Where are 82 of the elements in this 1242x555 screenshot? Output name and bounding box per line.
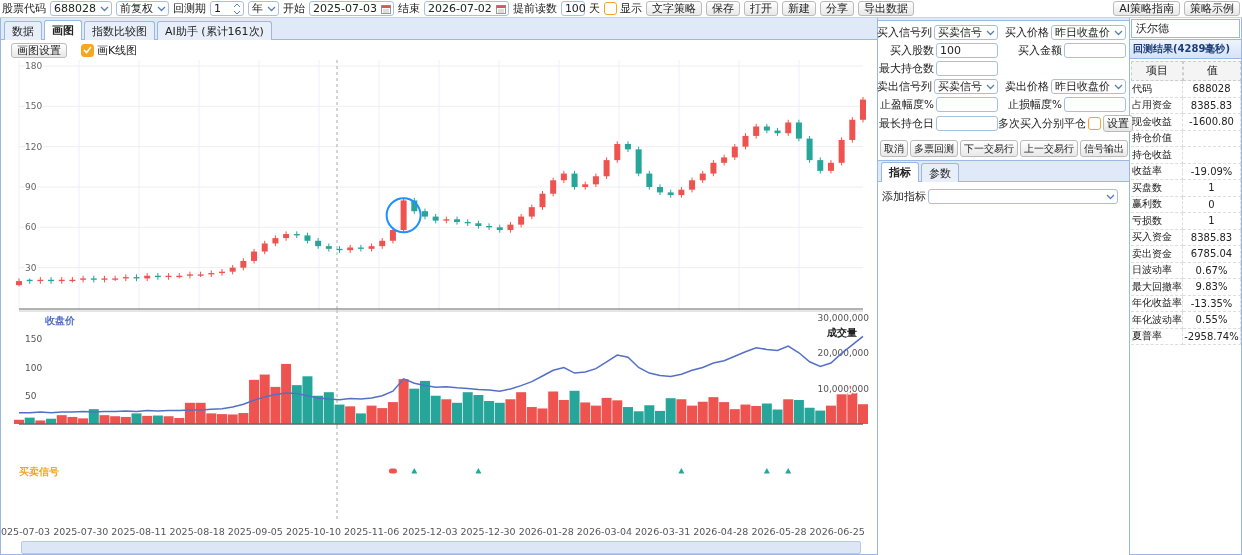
axis-tick-label: 2026-01-28 <box>518 525 574 537</box>
field-label: 最长持仓日 <box>879 116 934 131</box>
table-cell: -1600.80 <box>1183 114 1241 131</box>
column-header: 值 <box>1183 61 1241 81</box>
table-cell: 收益率 <box>1131 163 1183 180</box>
field-label: 添加指标 <box>882 189 926 204</box>
field-label: 回测期 <box>173 1 206 16</box>
table-cell: 1 <box>1183 180 1241 197</box>
track-title: 买卖信号 <box>19 466 59 477</box>
table-cell: 日波动率 <box>1131 262 1183 279</box>
axis-tick-label: 2026-03-31 <box>635 525 691 537</box>
field-label: 提前读数 <box>512 1 557 16</box>
field-label: 股票代码 <box>2 1 46 16</box>
table-cell: 夏普率 <box>1131 328 1183 345</box>
axis-tick-label: 2025-12-30 <box>460 525 516 537</box>
axis-tick-label: 025-07-03 <box>1 525 51 537</box>
axis-tick-label: 30,000,000 <box>817 313 869 323</box>
axis-tick-label: 2025-11-06 <box>344 525 400 537</box>
table-cell: 0.55% <box>1183 312 1241 329</box>
field-label: 卖出信号列 <box>877 79 932 94</box>
table-cell: 持仓价值 <box>1131 130 1183 147</box>
table-cell: 赢利数 <box>1131 196 1183 213</box>
axis-tick-label: 2025-07-30 <box>53 525 109 537</box>
field-label: 结束 <box>397 1 420 16</box>
table-cell: 6785.04 <box>1183 246 1241 263</box>
table-cell: 688028 <box>1183 81 1241 98</box>
table-cell: -19.09% <box>1183 163 1241 180</box>
table-cell: 9.83% <box>1183 279 1241 296</box>
stock-name-field: 沃尔德 <box>1131 19 1240 38</box>
field-label: 买入价格 <box>1005 25 1049 40</box>
axis-tick-label: 90 <box>25 182 37 192</box>
axis-tick-label: 30 <box>25 262 37 273</box>
field-label: 买入金额 <box>1018 43 1062 58</box>
axis-tick-label: 150 <box>25 334 43 345</box>
series-label: 成交量 <box>827 327 857 338</box>
axis-tick-label: 2025-12-03 <box>402 525 458 537</box>
axis-tick-label: 180 <box>25 61 43 71</box>
axis-tick-label: 120 <box>25 141 43 152</box>
field-label: 买入信号列 <box>877 25 932 40</box>
table-cell: 最大回撤率 <box>1131 279 1183 296</box>
table-cell: 0 <box>1183 196 1241 213</box>
table-cell: 年化波动率 <box>1131 312 1183 329</box>
table-cell: 持仓收益 <box>1131 147 1183 164</box>
table-cell: -2958.74% <box>1183 328 1241 345</box>
checkbox-label: 画K线图 <box>97 42 138 58</box>
panel-title: 回测结果(4289毫秒) <box>1130 39 1241 59</box>
checkbox-label: 显示 <box>619 1 642 16</box>
field-label: 止盈幅度% <box>880 97 934 112</box>
field-label: 最大持仓数 <box>879 61 934 76</box>
field-label: 卖出价格 <box>1005 79 1049 94</box>
field-label: 开始 <box>283 1 305 16</box>
axis-tick-label: 2026-03-04 <box>576 525 633 537</box>
table-cell: 8385.83 <box>1183 97 1241 114</box>
table-cell: 代码 <box>1131 81 1183 98</box>
field-label: 天 <box>588 1 600 16</box>
axis-tick-label: 100 <box>25 362 43 373</box>
axis-tick-label: 2025-09-05 <box>227 525 283 537</box>
axis-tick-label: 2025-08-18 <box>169 525 225 537</box>
table-cell: 现金收益 <box>1131 114 1183 131</box>
axis-tick-label: 2025-08-11 <box>111 525 167 537</box>
table-cell: 8385.83 <box>1183 229 1241 246</box>
table-cell: 卖出资金 <box>1131 246 1183 263</box>
table-cell: 买入资金 <box>1131 229 1183 246</box>
table-cell: 1 <box>1183 213 1241 230</box>
column-header: 项目 <box>1131 61 1183 81</box>
table-cell: -13.35% <box>1183 295 1241 312</box>
table-cell: 亏损数 <box>1131 213 1183 230</box>
series-label: 收盘价 <box>45 315 75 326</box>
axis-tick-label: 50 <box>25 390 37 401</box>
field-label: 多次买入分别平仓 <box>998 116 1086 131</box>
field-label: 止损幅度% <box>1008 97 1062 112</box>
table-cell: 年化收益率 <box>1131 295 1183 312</box>
axis-tick-label: 2026-06-25 <box>809 525 865 537</box>
table-cell: 买盘数 <box>1131 180 1183 197</box>
axis-tick-label: 2026-04-28 <box>693 525 749 537</box>
axis-tick-label: 2025-10-10 <box>285 525 342 537</box>
table-cell: 占用资金 <box>1131 97 1183 114</box>
axis-tick-label: 2026-05-28 <box>751 525 807 537</box>
field-label: 买入股数 <box>890 43 934 58</box>
axis-tick-label: 60 <box>25 222 37 233</box>
axis-tick-label: 150 <box>25 101 43 112</box>
table-cell: 0.67% <box>1183 262 1241 279</box>
